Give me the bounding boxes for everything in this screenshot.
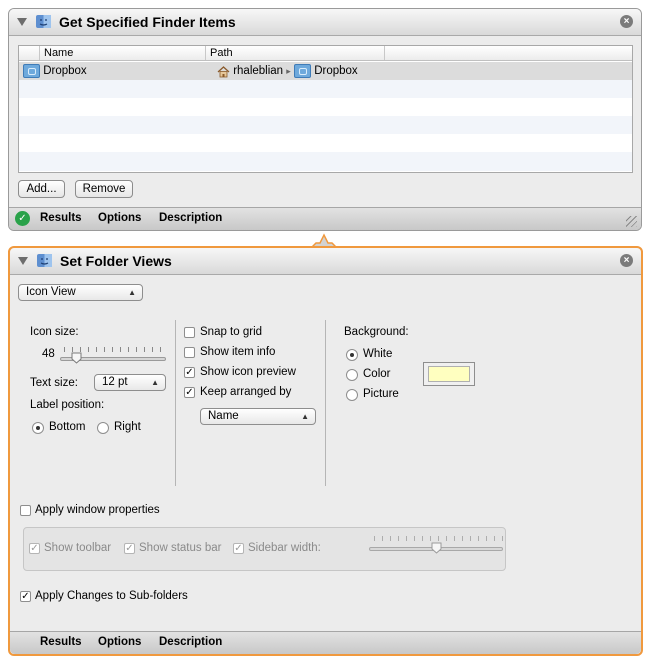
text-size-popup[interactable]: 12 pt ▲ bbox=[94, 374, 166, 391]
icon-size-value: 48 bbox=[42, 348, 55, 360]
row-name: Dropbox bbox=[43, 65, 87, 78]
apply-subfolders-checkbox[interactable]: ✓ bbox=[20, 591, 31, 602]
table-row-empty bbox=[19, 98, 632, 116]
folder-icon bbox=[23, 64, 40, 78]
path-cell: rhaleblian ▸ Dropbox bbox=[217, 64, 358, 78]
background-white-radio[interactable] bbox=[346, 349, 358, 361]
show-item-info-label: Show item info bbox=[200, 346, 276, 358]
show-status-bar-checkbox[interactable]: ✓ bbox=[124, 543, 135, 554]
sidebar-width-label: Sidebar width: bbox=[248, 542, 321, 554]
label-right-text: Right bbox=[114, 421, 141, 433]
snap-to-grid-label: Snap to grid bbox=[200, 326, 263, 338]
close-icon[interactable]: × bbox=[620, 254, 633, 267]
text-size-value: 12 pt bbox=[102, 376, 128, 388]
success-check-icon: ✓ bbox=[15, 211, 30, 226]
path-separator-icon: ▸ bbox=[286, 66, 291, 77]
options-tab[interactable]: Options bbox=[98, 212, 141, 224]
show-icon-preview-checkbox[interactable]: ✓ bbox=[184, 367, 195, 378]
remove-button[interactable]: Remove bbox=[75, 180, 133, 198]
background-color-well[interactable] bbox=[423, 362, 475, 386]
column-divider bbox=[325, 320, 326, 486]
get-specified-finder-items-action: Get Specified Finder Items × Name Path D… bbox=[8, 8, 642, 231]
apply-window-properties-label: Apply window properties bbox=[35, 504, 160, 516]
sidebar-width-checkbox[interactable]: ✓ bbox=[233, 543, 244, 554]
disclosure-triangle-icon[interactable] bbox=[17, 18, 27, 26]
window-properties-group: ✓ Show toolbar ✓ Show status bar ✓ Sideb… bbox=[23, 527, 506, 571]
label-bottom-radio[interactable] bbox=[32, 422, 44, 434]
action-title: Get Specified Finder Items bbox=[59, 14, 236, 30]
action-connector-icon bbox=[312, 233, 336, 247]
options-tab[interactable]: Options bbox=[98, 636, 141, 648]
label-position-label: Label position: bbox=[30, 399, 105, 411]
color-swatch bbox=[428, 366, 470, 382]
slider-ticks bbox=[374, 536, 504, 541]
popup-arrows-icon: ▲ bbox=[151, 378, 159, 387]
apply-window-properties-checkbox[interactable] bbox=[20, 505, 31, 516]
column-header-name[interactable]: Name bbox=[39, 46, 204, 60]
show-toolbar-label: Show toolbar bbox=[44, 542, 112, 554]
description-tab[interactable]: Description bbox=[159, 212, 222, 224]
keep-arranged-by-label: Keep arranged by bbox=[200, 386, 292, 398]
column-header-path[interactable]: Path bbox=[205, 46, 380, 60]
action-titlebar[interactable]: Set Folder Views × bbox=[10, 248, 641, 275]
table-row-empty bbox=[19, 134, 632, 152]
finder-icon bbox=[37, 254, 52, 267]
action-title: Set Folder Views bbox=[60, 253, 172, 269]
action-titlebar[interactable]: Get Specified Finder Items × bbox=[9, 9, 641, 36]
finder-items-table[interactable]: Name Path Dropbox rhaleblian ▸ Dropbox bbox=[18, 45, 633, 173]
text-size-label: Text size: bbox=[30, 377, 78, 389]
table-header: Name Path bbox=[19, 46, 632, 61]
background-label: Background: bbox=[344, 326, 409, 338]
close-icon[interactable]: × bbox=[620, 15, 633, 28]
finder-icon bbox=[36, 15, 51, 28]
set-folder-views-action: Set Folder Views × Icon View ▲ Icon size… bbox=[8, 246, 643, 656]
view-type-popup[interactable]: Icon View ▲ bbox=[18, 284, 143, 301]
name-cell: Dropbox bbox=[23, 64, 87, 78]
background-color-radio[interactable] bbox=[346, 369, 358, 381]
show-icon-preview-label: Show icon preview bbox=[200, 366, 296, 378]
background-white-text: White bbox=[363, 348, 393, 360]
popup-arrows-icon: ▲ bbox=[128, 288, 136, 297]
resize-grip-icon[interactable] bbox=[626, 216, 637, 227]
background-picture-text: Picture bbox=[363, 388, 399, 400]
results-tab[interactable]: Results bbox=[40, 212, 82, 224]
action-footer: Results Options Description bbox=[10, 631, 641, 654]
add-button[interactable]: Add... bbox=[18, 180, 65, 198]
action-footer: ✓ Results Options Description bbox=[9, 207, 641, 230]
column-divider bbox=[175, 320, 176, 486]
disclosure-triangle-icon[interactable] bbox=[18, 257, 28, 265]
show-status-bar-label: Show status bar bbox=[139, 542, 222, 554]
folder-icon bbox=[294, 64, 312, 78]
table-row[interactable]: Dropbox rhaleblian ▸ Dropbox bbox=[19, 62, 632, 80]
popup-arrows-icon: ▲ bbox=[301, 412, 309, 421]
apply-subfolders-label: Apply Changes to Sub-folders bbox=[35, 590, 188, 602]
show-item-info-checkbox[interactable] bbox=[184, 347, 195, 358]
label-bottom-text: Bottom bbox=[49, 421, 86, 433]
icon-size-label: Icon size: bbox=[30, 326, 79, 338]
snap-to-grid-checkbox[interactable] bbox=[184, 327, 195, 338]
table-row-empty bbox=[19, 152, 632, 171]
slider-thumb-icon[interactable] bbox=[71, 352, 82, 364]
description-tab[interactable]: Description bbox=[159, 636, 222, 648]
show-toolbar-checkbox[interactable]: ✓ bbox=[29, 543, 40, 554]
slider-thumb-icon[interactable] bbox=[431, 542, 442, 554]
home-icon bbox=[217, 65, 230, 77]
background-color-text: Color bbox=[363, 368, 391, 380]
label-right-radio[interactable] bbox=[97, 422, 109, 434]
background-picture-radio[interactable] bbox=[346, 389, 358, 401]
arrange-by-popup[interactable]: Name ▲ bbox=[200, 408, 316, 425]
view-type-value: Icon View bbox=[26, 286, 76, 298]
table-row-empty bbox=[19, 80, 632, 98]
column-header-empty bbox=[384, 46, 629, 60]
path-user: rhaleblian bbox=[233, 65, 284, 78]
results-tab[interactable]: Results bbox=[40, 636, 82, 648]
keep-arranged-by-checkbox[interactable]: ✓ bbox=[184, 387, 195, 398]
table-row-empty bbox=[19, 116, 632, 134]
arrange-by-value: Name bbox=[208, 410, 239, 422]
path-folder: Dropbox bbox=[314, 65, 358, 78]
